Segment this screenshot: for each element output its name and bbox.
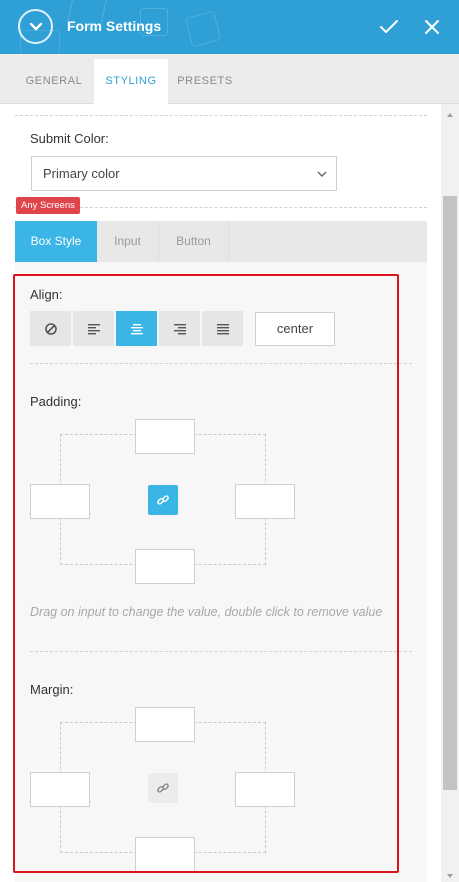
check-icon <box>380 20 398 33</box>
collapse-button[interactable] <box>18 9 53 44</box>
submit-color-label: Submit Color: <box>30 131 109 146</box>
screen-badge[interactable]: Any Screens <box>16 197 80 214</box>
scrollbar-thumb[interactable] <box>443 196 457 790</box>
confirm-button[interactable] <box>378 16 400 38</box>
style-subtabs: Box Style Input Button <box>15 221 427 268</box>
panel-header: Form Settings <box>0 0 459 54</box>
submit-color-select[interactable]: Primary color <box>31 156 337 191</box>
panel-title: Form Settings <box>67 18 162 34</box>
submit-color-value: Primary color <box>43 166 120 181</box>
subtab-button[interactable]: Button <box>159 221 229 262</box>
close-icon <box>425 20 439 34</box>
settings-tabs: GENERAL STYLING PRESETS <box>0 54 459 104</box>
subtab-box-style[interactable]: Box Style <box>15 221 97 268</box>
subtab-box-style-label: Box Style <box>30 234 82 248</box>
header-decoration <box>184 10 222 48</box>
subtab-input[interactable]: Input <box>97 221 159 262</box>
highlight-frame <box>13 274 399 873</box>
chevron-down-icon <box>29 22 42 30</box>
tab-general[interactable]: GENERAL <box>14 59 94 104</box>
section-divider <box>15 115 427 116</box>
scroll-down-arrow-icon[interactable] <box>443 868 457 878</box>
tab-presets[interactable]: PRESETS <box>168 59 242 104</box>
close-button[interactable] <box>421 16 443 38</box>
scroll-up-arrow-icon[interactable] <box>443 107 457 117</box>
tab-styling[interactable]: STYLING <box>94 59 168 104</box>
chevron-down-icon <box>317 171 327 177</box>
